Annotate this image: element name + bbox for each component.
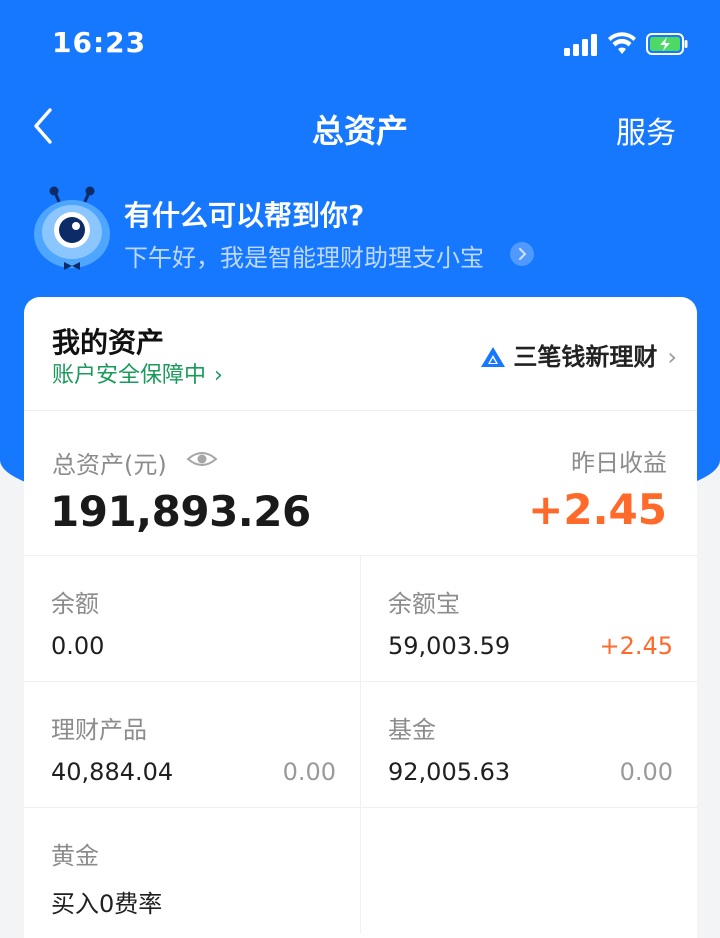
status-bar: 16:23 (0, 0, 720, 90)
asset-funds[interactable]: 基金 92,005.63 0.00 (361, 682, 697, 807)
total-assets-label: 总资产(元) (52, 451, 167, 479)
asset-gold[interactable]: 黄金 买入0费率 (24, 808, 361, 933)
asset-change: 0.00 (619, 758, 673, 786)
signal-icon (564, 34, 600, 56)
asset-row: 余额 0.00 余额宝 59,003.59 +2.45 (24, 555, 697, 681)
security-label: 账户安全保障中 (52, 363, 207, 388)
asset-change: +2.45 (599, 632, 673, 660)
asset-label: 余额 (51, 590, 99, 618)
asset-balance[interactable]: 余额 0.00 (24, 556, 361, 681)
eye-icon[interactable] (186, 447, 218, 471)
page-title: 总资产 (311, 112, 408, 150)
brand-link[interactable]: 三笔钱新理财 › (479, 337, 677, 372)
asset-value: 40,884.04 (51, 758, 174, 786)
wifi-icon (608, 32, 636, 54)
chevron-right-icon: › (667, 343, 677, 371)
asset-value: 92,005.63 (388, 758, 511, 786)
asset-label: 余额宝 (388, 590, 460, 618)
assistant-subtitle: 下午好，我是智能理财助理支小宝 (124, 244, 484, 272)
yesterday-earnings-label: 昨日收益 (571, 449, 667, 477)
my-assets-heading: 我的资产 (52, 326, 165, 359)
asset-wealth-products[interactable]: 理财产品 40,884.04 0.00 (24, 682, 361, 807)
chevron-right-icon: › (214, 363, 223, 388)
asset-yuebao[interactable]: 余额宝 59,003.59 +2.45 (361, 556, 697, 681)
asset-breakdown-grid: 余额 0.00 余额宝 59,003.59 +2.45 理财产品 40,884.… (24, 555, 697, 933)
service-button[interactable]: 服务 (616, 108, 676, 152)
chevron-right-icon (510, 242, 534, 266)
brand-logo-icon (481, 347, 506, 367)
asset-empty-cell (361, 808, 697, 933)
total-assets-value: 191,893.26 (50, 487, 311, 536)
brand-label: 三笔钱新理财 (513, 343, 658, 371)
asset-label: 基金 (388, 716, 436, 744)
security-link[interactable]: 账户安全保障中 › (52, 357, 223, 389)
asset-value: 59,003.59 (388, 632, 511, 660)
yesterday-earnings-value: +2.45 (528, 485, 667, 534)
assets-card-header: 我的资产 账户安全保障中 › 三笔钱新理财 › (24, 297, 697, 411)
assets-card: 我的资产 账户安全保障中 › 三笔钱新理财 › 总资产(元) 191,893.26 … (24, 297, 697, 938)
navigation-bar: 总资产 服务 (0, 96, 720, 160)
asset-row: 理财产品 40,884.04 0.00 基金 92,005.63 0.00 (24, 681, 697, 807)
asset-label: 理财产品 (51, 716, 147, 744)
asset-label: 黄金 (51, 842, 99, 870)
asset-value: 买入0费率 (51, 890, 163, 918)
asset-value: 0.00 (51, 632, 105, 660)
mascot-icon (34, 186, 110, 270)
battery-charging-icon (646, 33, 688, 55)
assistant-banner[interactable]: 有什么可以帮到你? 下午好，我是智能理财助理支小宝 (26, 186, 706, 286)
asset-row: 黄金 买入0费率 (24, 807, 697, 933)
assistant-title: 有什么可以帮到你? (124, 199, 365, 232)
asset-change: 0.00 (282, 758, 336, 786)
status-time: 16:23 (52, 26, 147, 59)
